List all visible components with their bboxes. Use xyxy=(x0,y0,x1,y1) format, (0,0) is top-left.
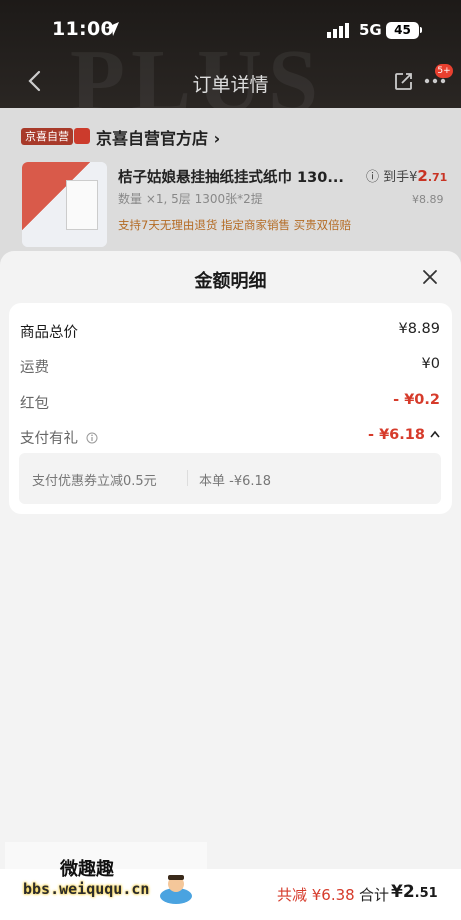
coupon-text: 支付优惠券立减0.5元 xyxy=(32,474,157,489)
coupon-bill: 本单 -¥6.18 xyxy=(199,474,272,489)
row-goods-total-label: 商品总价 xyxy=(20,325,78,341)
row-redpacket-label: 红包 xyxy=(20,396,49,412)
row-paygift-label: 支付有礼 xyxy=(20,431,78,447)
store-logo-icon xyxy=(74,128,90,144)
network-type: 5G xyxy=(359,21,382,39)
price-int: 2 xyxy=(417,167,428,185)
total-int: ¥2 xyxy=(391,882,415,902)
price-dec: .71 xyxy=(427,171,448,184)
total-label: 合计 xyxy=(359,886,390,904)
signal-icon xyxy=(327,23,349,38)
thumbnail-product xyxy=(66,180,98,230)
page-title: 订单详情 xyxy=(192,74,269,96)
row-paygift-value[interactable]: - ¥6.18 xyxy=(368,427,440,443)
mascot-icon xyxy=(160,875,192,904)
battery-tip xyxy=(420,27,422,33)
battery-icon: 45 xyxy=(386,22,419,39)
price-prefix: ⓘ 到手¥ xyxy=(366,170,418,185)
info-icon[interactable] xyxy=(86,432,98,444)
coupon-divider xyxy=(187,470,188,486)
total-reduce: 共减 ¥6.38 xyxy=(277,886,355,904)
store-section: 京喜自营 京喜自营官方店 › 桔子姑娘悬挂抽纸挂式纸巾 130... 数量 ×1… xyxy=(0,108,461,268)
total-amount: ¥2.51 xyxy=(391,882,438,902)
close-icon[interactable] xyxy=(422,269,438,285)
chevron-up-icon[interactable] xyxy=(430,430,440,438)
product-service-tags: 支持7天无理由退货 指定商家销售 买贵双倍赔 xyxy=(118,218,352,232)
row-paygift-amount: - ¥6.18 xyxy=(368,427,425,443)
row-shipping-value: ¥0 xyxy=(421,356,440,372)
amount-detail-sheet: 金额明细 商品总价 ¥8.89 运费 ¥0 红包 - ¥0.2 支付有礼 - ¥… xyxy=(0,251,461,920)
store-name-link[interactable]: 京喜自营官方店 › xyxy=(96,125,220,149)
more-icon[interactable] xyxy=(424,78,446,84)
watermark-cn: 微趣趣 xyxy=(60,859,114,880)
share-icon[interactable] xyxy=(394,72,413,91)
row-redpacket-value: - ¥0.2 xyxy=(393,392,440,408)
self-operated-tag: 京喜自营 xyxy=(21,128,73,145)
row-paygift[interactable]: 支付有礼 xyxy=(20,427,98,448)
amount-card: 商品总价 ¥8.89 运费 ¥0 红包 - ¥0.2 支付有礼 - ¥6.18 … xyxy=(9,303,452,514)
product-spec: 数量 ×1, 5层 1300张*2提 xyxy=(118,192,263,206)
watermark-url: bbs.weiququ.cn xyxy=(23,880,150,898)
sheet-title: 金额明细 xyxy=(194,271,267,292)
row-shipping-label: 运费 xyxy=(20,360,49,376)
product-final-price: ⓘ 到手¥2.71 xyxy=(366,166,447,185)
product-original-price: ¥8.89 xyxy=(412,193,444,206)
row-goods-total-value: ¥8.89 xyxy=(398,321,440,337)
total-dec: .51 xyxy=(414,886,438,901)
message-badge: 5+ xyxy=(435,64,453,78)
location-arrow-icon xyxy=(105,22,119,36)
product-title[interactable]: 桔子姑娘悬挂抽纸挂式纸巾 130... xyxy=(118,166,344,187)
status-bar: 11:00 5G 45 xyxy=(0,0,461,60)
coupon-detail-box: 支付优惠券立减0.5元 本单 -¥6.18 xyxy=(19,453,441,504)
product-thumbnail[interactable] xyxy=(22,162,107,247)
